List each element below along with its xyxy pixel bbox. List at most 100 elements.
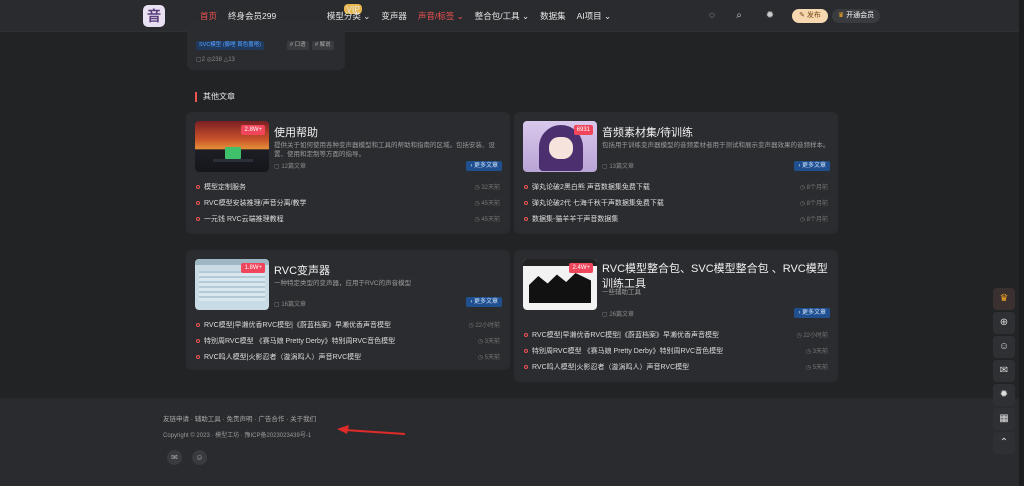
post-stats: ▢2 ◎238 △13 (196, 57, 235, 63)
item-time: ◷ 22小时前 (796, 333, 828, 339)
list-item[interactable]: RVC模型安装推理/声音分离/教学 ◷ 45天前 (196, 198, 500, 210)
item-title: 弹丸论破2代 七海千秋干声数据集免费下载 (532, 200, 664, 207)
card-thumbnail[interactable]: 1.8W+ (195, 259, 269, 310)
card-thumbnail[interactable]: 2.8W+ (195, 121, 269, 172)
bullet-icon (524, 365, 528, 370)
item-time: ◷ 22小时前 (468, 323, 500, 329)
item-title: 数据集-猫羊羊干声音数据集 (532, 216, 619, 223)
post-tag[interactable]: # 口语 (287, 41, 309, 50)
item-title: 模型定制服务 (204, 184, 246, 191)
section-title: 其他文章 (195, 92, 235, 102)
item-title: RVC模型安装推理/声音分离/教学 (204, 200, 307, 207)
more-articles-button[interactable]: › 更多文章 (466, 297, 502, 307)
post-tag[interactable]: # 解说 (312, 41, 334, 50)
list-item[interactable]: 数据集-猫羊羊干声音数据集 ◷ 8个月前 (524, 214, 828, 226)
item-time: ◷ 8个月前 (799, 217, 828, 223)
bullet-icon (196, 201, 200, 206)
nav-voice-changer[interactable]: 变声器 (381, 10, 407, 22)
article-count: ▢ 12篇文章 (274, 164, 307, 170)
item-time: ◷ 8个月前 (799, 185, 828, 191)
item-title: 特别周RVC模型 《赛马娘 Pretty Derby》特别周RVC音色模型 (532, 348, 724, 355)
list-item[interactable]: RVC鸣人模型|火影忍者（漩涡鸣人）声音RVC模型 ◷ 5天前 (524, 362, 828, 374)
card-title[interactable]: 音频素材集/待训练 (602, 124, 693, 140)
search-icon[interactable]: ⌕ (732, 9, 746, 23)
card-thumbnail[interactable]: 2.4W+ (523, 259, 597, 310)
monitor-glow (225, 147, 241, 159)
card-title[interactable]: RVC变声器 (274, 262, 330, 278)
floating-sidebar: ♛ ⊕ ☺ ✉ ✹ ▦ ⌃ (993, 288, 1015, 456)
category-card-audio-materials: 6931 音频素材集/待训练 包括用于训练变声器模型的音频素材者用于测试和展示变… (514, 112, 838, 234)
item-time: ◷ 5天前 (477, 355, 500, 361)
article-count: ▢ 13篇文章 (602, 164, 635, 170)
bullet-icon (524, 201, 528, 206)
more-articles-button[interactable]: › 更多文章 (466, 161, 502, 171)
list-item[interactable]: 弹丸论破2代 七海千秋干声数据集免费下载 ◷ 8个月前 (524, 198, 828, 210)
character-face (549, 137, 573, 159)
card-description: 包括用于训练变声器模型的音频素材者用于测试和展示变声器效果的音频样本。 (602, 142, 830, 149)
scrollbar[interactable] (1019, 0, 1024, 486)
bullet-icon (524, 217, 528, 222)
item-time: ◷ 8个月前 (799, 201, 828, 207)
crown-icon[interactable]: ♛ (993, 288, 1015, 310)
list-item[interactable]: RVC模型|早濑优香RVC模型|《蔚蓝档案》早濑优香声音模型 ◷ 22小时前 (196, 320, 500, 332)
hot-badge: 2.4W+ (569, 263, 593, 273)
wechat-icon[interactable]: ✉ (993, 360, 1015, 382)
more-articles-button[interactable]: › 更多文章 (794, 308, 830, 318)
item-time: ◷ 3天前 (477, 339, 500, 345)
bullet-icon (196, 185, 200, 190)
category-card-help: 2.8W+ 使用帮助 提供关于如何使用各种变声器模型和工具的帮助和指南的区域。包… (186, 112, 510, 234)
nav-datasets[interactable]: 数据集 (540, 10, 566, 22)
qrcode-icon[interactable]: ▦ (993, 408, 1015, 430)
theme-toggle-icon[interactable]: ✹ (993, 384, 1015, 406)
category-card-model-packages: 2.4W+ RVC模型整合包、SVC模型整合包 、RVC模型训练工具 一些辅助工… (514, 250, 838, 382)
nav-packages-tools[interactable]: 整合包/工具 ⌄ (475, 10, 529, 22)
black-shape (529, 273, 591, 303)
crown-icon: ♛ (837, 12, 845, 19)
item-time: ◷ 3天前 (805, 349, 828, 355)
article-count: ▢ 26篇文章 (602, 312, 635, 318)
nav-voice-tags[interactable]: 声音/标签 ⌄ (418, 10, 464, 22)
list-item[interactable]: 一元钱 RVC云端推理教程 ◷ 45天前 (196, 214, 500, 226)
card-description: 一些辅助工具 (602, 289, 641, 296)
bullet-icon (196, 355, 200, 360)
open-vip-button[interactable]: ♛ 开通会员 (832, 9, 880, 23)
list-item[interactable]: 模型定制服务 ◷ 32天前 (196, 182, 500, 194)
card-thumbnail[interactable]: 6931 (523, 121, 597, 172)
post-tag[interactable]: SVC模型 (藤哩 首色蔓嗒) (196, 41, 265, 50)
bullet-icon (524, 185, 528, 190)
annotation-arrow-icon (337, 425, 406, 435)
add-icon[interactable]: ⊕ (993, 312, 1015, 334)
item-title: 一元钱 RVC云端推理教程 (204, 216, 284, 223)
category-card-rvc-changer: 1.8W+ RVC变声器 一种特定类型的变声器，应用于RVC的声音模型 ▢ 16… (186, 250, 510, 370)
desk (213, 159, 253, 162)
qq-icon[interactable]: ☺ (993, 336, 1015, 358)
card-title[interactable]: 使用帮助 (274, 124, 318, 140)
bullet-icon (196, 217, 200, 222)
publish-label: 发布 (806, 12, 821, 19)
qq-icon[interactable]: ☺ (192, 450, 207, 465)
list-item[interactable]: 特别周RVC模型 《赛马娘 Pretty Derby》特别周RVC音色模型 ◷ 3… (524, 346, 828, 358)
hot-badge: 2.8W+ (241, 125, 265, 135)
list-item[interactable]: 特别周RVC模型 《赛马娘 Pretty Derby》特别周RVC音色模型 ◷ 3… (196, 336, 500, 348)
footer-links[interactable]: 友链申请 · 辅助工具 · 免责声明 · 广告合作 · 关于我们 (163, 413, 316, 423)
list-item[interactable]: 弹丸论破2黑白熊 声音数据集免费下载 ◷ 8个月前 (524, 182, 828, 194)
app-window-panel (199, 271, 265, 301)
pencil-icon: ✎ (799, 12, 805, 19)
item-title: RVC鸣人模型|火影忍者（漩涡鸣人）声音RVC模型 (532, 364, 690, 371)
back-to-top-icon[interactable]: ⌃ (993, 432, 1015, 454)
nav-ai-projects[interactable]: AI项目 ⌄ (577, 10, 612, 22)
bullet-icon (524, 333, 528, 338)
open-vip-label: 开通会员 (846, 12, 875, 19)
list-item[interactable]: RVC鸣人模型|火影忍者（漩涡鸣人）声音RVC模型 ◷ 5天前 (196, 352, 500, 364)
lightbulb-icon[interactable]: ◌ (705, 9, 719, 23)
site-logo[interactable]: 音 (143, 5, 165, 27)
wechat-icon[interactable]: ✉ (167, 450, 182, 465)
theme-toggle-icon[interactable]: ✹ (763, 9, 777, 23)
more-articles-button[interactable]: › 更多文章 (794, 161, 830, 171)
item-title: RVC鸣人模型|火影忍者（漩涡鸣人）声音RVC模型 (204, 354, 362, 361)
list-item[interactable]: RVC模型|早濑优香RVC模型|《蔚蓝档案》早濑优香声音模型 ◷ 22小时前 (524, 330, 828, 342)
hot-badge: 6931 (573, 125, 593, 135)
card-description: 提供关于如何使用各种变声器模型和工具的帮助和指南的区域。包括安装、设置、使用和定… (274, 142, 495, 158)
item-time: ◷ 32天前 (474, 185, 500, 191)
publish-button[interactable]: ✎ 发布 (792, 9, 828, 23)
